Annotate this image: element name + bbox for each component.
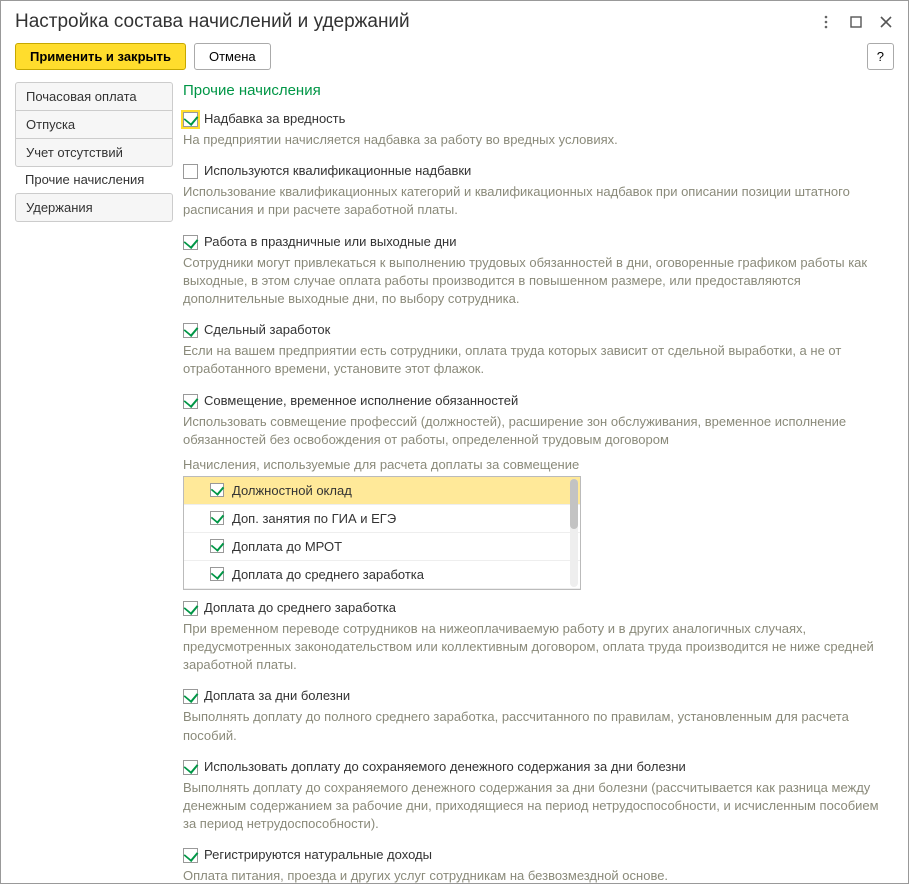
hazard-label: Надбавка за вредность — [204, 111, 345, 126]
nav-item-other-accruals[interactable]: Прочие начисления — [15, 166, 173, 193]
window-buttons — [818, 14, 894, 30]
holiday-checkbox[interactable] — [183, 235, 198, 250]
sidebar-nav: Почасовая оплата Отпуска Учет отсутствий… — [15, 82, 173, 886]
nav-item-deductions[interactable]: Удержания — [15, 193, 173, 222]
piece-checkbox[interactable] — [183, 323, 198, 338]
sick-label: Доплата за дни болезни — [204, 688, 350, 703]
holiday-label: Работа в праздничные или выходные дни — [204, 234, 456, 249]
listbox-label: Начисления, используемые для расчета доп… — [183, 457, 894, 472]
list-item[interactable]: Должностной оклад — [184, 477, 580, 505]
option-hazard: Надбавка за вредность — [183, 111, 894, 127]
scroll-thumb[interactable] — [570, 479, 578, 529]
option-sick: Доплата за дни болезни — [183, 688, 894, 704]
option-holiday: Работа в праздничные или выходные дни — [183, 234, 894, 250]
list-item-label: Должностной оклад — [232, 483, 352, 498]
list-item-label: Доп. занятия по ГИА и ЕГЭ — [232, 511, 396, 526]
natural-checkbox[interactable] — [183, 848, 198, 863]
list-item-label: Доплата до МРОТ — [232, 539, 342, 554]
nav-item-absence[interactable]: Учет отсутствий — [15, 138, 173, 167]
list-item-checkbox[interactable] — [210, 567, 224, 581]
list-item[interactable]: Доп. занятия по ГИА и ЕГЭ — [184, 505, 580, 533]
piece-desc: Если на вашем предприятии есть сотрудник… — [183, 342, 894, 378]
holiday-desc: Сотрудники могут привлекаться к выполнен… — [183, 254, 894, 309]
option-qual: Используются квалификационные надбавки — [183, 163, 894, 179]
list-item-checkbox[interactable] — [210, 511, 224, 525]
maximize-icon[interactable] — [848, 14, 864, 30]
avg-desc: При временном переводе сотрудников на ни… — [183, 620, 894, 675]
section-title: Прочие начисления — [183, 82, 894, 99]
more-icon[interactable] — [818, 14, 834, 30]
body: Почасовая оплата Отпуска Учет отсутствий… — [15, 82, 894, 886]
window-title: Настройка состава начислений и удержаний — [15, 11, 410, 33]
list-item[interactable]: Доплата до МРОТ — [184, 533, 580, 561]
option-natural: Регистрируются натуральные доходы — [183, 847, 894, 863]
natural-desc: Оплата питания, проезда и других услуг с… — [183, 867, 894, 885]
hazard-checkbox[interactable] — [183, 112, 198, 127]
qual-label: Используются квалификационные надбавки — [204, 163, 471, 178]
sick-desc: Выполнять доплату до полного среднего за… — [183, 708, 894, 744]
sick-checkbox[interactable] — [183, 689, 198, 704]
option-piece: Сдельный заработок — [183, 322, 894, 338]
sick-keep-checkbox[interactable] — [183, 760, 198, 775]
content: Прочие начисления Надбавка за вредность … — [183, 82, 894, 886]
window: Настройка состава начислений и удержаний… — [0, 0, 909, 884]
close-icon[interactable] — [878, 14, 894, 30]
qual-desc: Использование квалификационных категорий… — [183, 183, 894, 219]
cancel-button[interactable]: Отмена — [194, 43, 271, 70]
nav-item-hourly[interactable]: Почасовая оплата — [15, 82, 173, 111]
qual-checkbox[interactable] — [183, 164, 198, 179]
listbox-scrollbar[interactable] — [570, 479, 578, 587]
combo-listbox-wrap: Начисления, используемые для расчета доп… — [183, 457, 894, 590]
sick-keep-desc: Выполнять доплату до сохраняемого денежн… — [183, 779, 894, 834]
titlebar: Настройка состава начислений и удержаний — [15, 11, 894, 33]
option-combo: Совмещение, временное исполнение обязанн… — [183, 393, 894, 409]
list-item[interactable]: Доплата до среднего заработка — [184, 561, 580, 589]
combo-checkbox[interactable] — [183, 394, 198, 409]
option-sick-keep: Использовать доплату до сохраняемого ден… — [183, 759, 894, 775]
combo-desc: Использовать совмещение профессий (должн… — [183, 413, 894, 449]
toolbar: Применить и закрыть Отмена ? — [15, 43, 894, 70]
combo-label: Совмещение, временное исполнение обязанн… — [204, 393, 518, 408]
sick-keep-label: Использовать доплату до сохраняемого ден… — [204, 759, 686, 774]
list-item-checkbox[interactable] — [210, 483, 224, 497]
nav-item-vacation[interactable]: Отпуска — [15, 110, 173, 139]
natural-label: Регистрируются натуральные доходы — [204, 847, 432, 862]
list-item-label: Доплата до среднего заработка — [232, 567, 424, 582]
avg-label: Доплата до среднего заработка — [204, 600, 396, 615]
list-item-checkbox[interactable] — [210, 539, 224, 553]
avg-checkbox[interactable] — [183, 601, 198, 616]
combo-listbox[interactable]: Должностной оклад Доп. занятия по ГИА и … — [183, 476, 581, 590]
apply-close-button[interactable]: Применить и закрыть — [15, 43, 186, 70]
option-avg: Доплата до среднего заработка — [183, 600, 894, 616]
help-button[interactable]: ? — [867, 43, 894, 70]
piece-label: Сдельный заработок — [204, 322, 330, 337]
hazard-desc: На предприятии начисляется надбавка за р… — [183, 131, 894, 149]
